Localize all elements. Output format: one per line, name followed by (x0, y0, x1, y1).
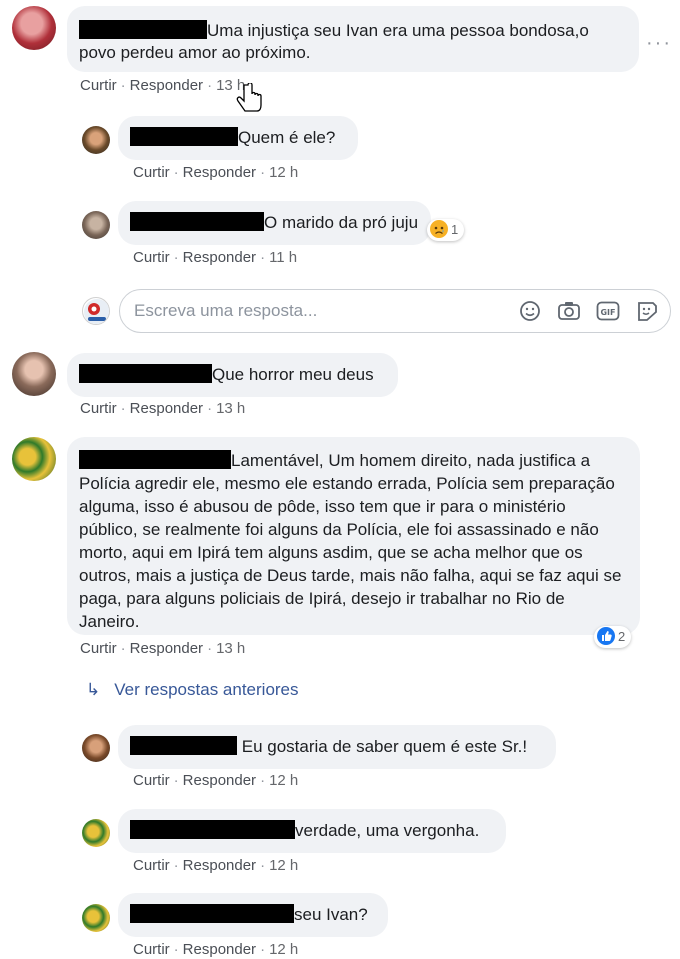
comment-bubble: O marido da pró juju (118, 201, 431, 245)
reply-link[interactable]: Responder (130, 640, 203, 657)
comment-bubble: Quem é ele? (118, 116, 358, 160)
comment-actions: Curtir · Responder · 13 h (80, 77, 246, 94)
comment-text: O marido da pró juju (264, 213, 419, 232)
comment-actions: Curtir · Responder · 12 h (133, 772, 299, 789)
hand-cursor-icon (236, 83, 262, 112)
reply-link[interactable]: Responder (130, 77, 203, 94)
more-options-icon[interactable]: ··· (646, 32, 672, 55)
reply-placeholder: Escreva uma resposta... (134, 301, 318, 320)
comment-text: Eu gostaria de saber quem é este Sr.! (241, 737, 528, 756)
avatar[interactable] (12, 437, 56, 481)
like-link[interactable]: Curtir (80, 640, 117, 657)
reaction-count[interactable]: 1 (427, 219, 465, 241)
avatar[interactable] (82, 904, 110, 932)
gif-icon[interactable]: GIF (596, 300, 620, 322)
svg-text:GIF: GIF (600, 308, 615, 317)
avatar[interactable] (82, 734, 110, 762)
timestamp[interactable]: 12 h (269, 164, 298, 181)
like-link[interactable]: Curtir (133, 941, 170, 958)
timestamp[interactable]: 11 h (269, 249, 297, 266)
reply-input[interactable]: Escreva uma resposta... GIF (119, 289, 671, 333)
comment-text: Quem é ele? (238, 128, 336, 147)
comment-text: verdade, uma vergonha. (295, 821, 480, 840)
like-link[interactable]: Curtir (80, 400, 117, 417)
comment-bubble: verdade, uma vergonha. (118, 809, 506, 853)
timestamp[interactable]: 13 h (216, 400, 245, 417)
like-link[interactable]: Curtir (133, 249, 170, 266)
like-icon (597, 627, 615, 645)
avatar[interactable] (82, 126, 110, 154)
reply-link[interactable]: Responder (183, 164, 256, 181)
like-link[interactable]: Curtir (133, 164, 170, 181)
like-link[interactable]: Curtir (133, 772, 170, 789)
timestamp[interactable]: 13 h (216, 640, 245, 657)
sticker-icon[interactable] (635, 300, 659, 322)
reply-arrow-icon: ↳ (86, 680, 101, 699)
comment-actions: Curtir · Responder · 13 h (80, 640, 246, 657)
redacted-author-name[interactable] (130, 212, 264, 231)
comment-bubble: Eu gostaria de saber quem é este Sr.! (118, 725, 556, 769)
emoji-icon[interactable] (518, 300, 542, 322)
timestamp[interactable]: 12 h (269, 857, 298, 874)
comment-actions: Curtir · Responder · 12 h (133, 164, 299, 181)
comment-actions: Curtir · Responder · 12 h (133, 857, 299, 874)
comment-bubble: Uma injustiça seu Ivan era uma pessoa bo… (67, 6, 639, 72)
redacted-author-name[interactable] (79, 20, 207, 39)
redacted-author-name[interactable] (79, 450, 231, 469)
reply-link[interactable]: Responder (183, 941, 256, 958)
avatar[interactable] (12, 352, 56, 396)
sad-emoji-icon (430, 220, 448, 238)
avatar[interactable] (82, 819, 110, 847)
page-avatar[interactable] (82, 297, 110, 325)
camera-icon[interactable] (557, 300, 581, 322)
comment-bubble: seu Ivan? (118, 893, 388, 937)
comment-actions: Curtir · Responder · 11 h (133, 249, 298, 266)
reply-link[interactable]: Responder (183, 772, 256, 789)
avatar[interactable] (12, 6, 56, 50)
like-link[interactable]: Curtir (80, 77, 117, 94)
avatar[interactable] (82, 211, 110, 239)
comment-actions: Curtir · Responder · 13 h (80, 400, 246, 417)
comment-text: seu Ivan? (294, 905, 368, 924)
redacted-author-name[interactable] (130, 736, 237, 755)
reply-link[interactable]: Responder (183, 857, 256, 874)
view-previous-replies[interactable]: ↳ Ver respostas anteriores (86, 680, 299, 700)
comment-actions: Curtir · Responder · 12 h (133, 941, 299, 958)
comment-text: Lamentável, Um homem direito, nada justi… (79, 451, 622, 631)
redacted-author-name[interactable] (79, 364, 212, 383)
redacted-author-name[interactable] (130, 820, 295, 839)
comment-bubble: Que horror meu deus (67, 353, 398, 397)
reply-link[interactable]: Responder (183, 249, 256, 266)
comment-bubble: Lamentável, Um homem direito, nada justi… (67, 437, 640, 635)
redacted-author-name[interactable] (130, 127, 238, 146)
timestamp[interactable]: 12 h (269, 772, 298, 789)
comment-text: Que horror meu deus (212, 365, 374, 384)
redacted-author-name[interactable] (130, 904, 294, 923)
timestamp[interactable]: 12 h (269, 941, 298, 958)
like-link[interactable]: Curtir (133, 857, 170, 874)
reaction-count[interactable]: 2 (594, 626, 632, 648)
reply-link[interactable]: Responder (130, 400, 203, 417)
